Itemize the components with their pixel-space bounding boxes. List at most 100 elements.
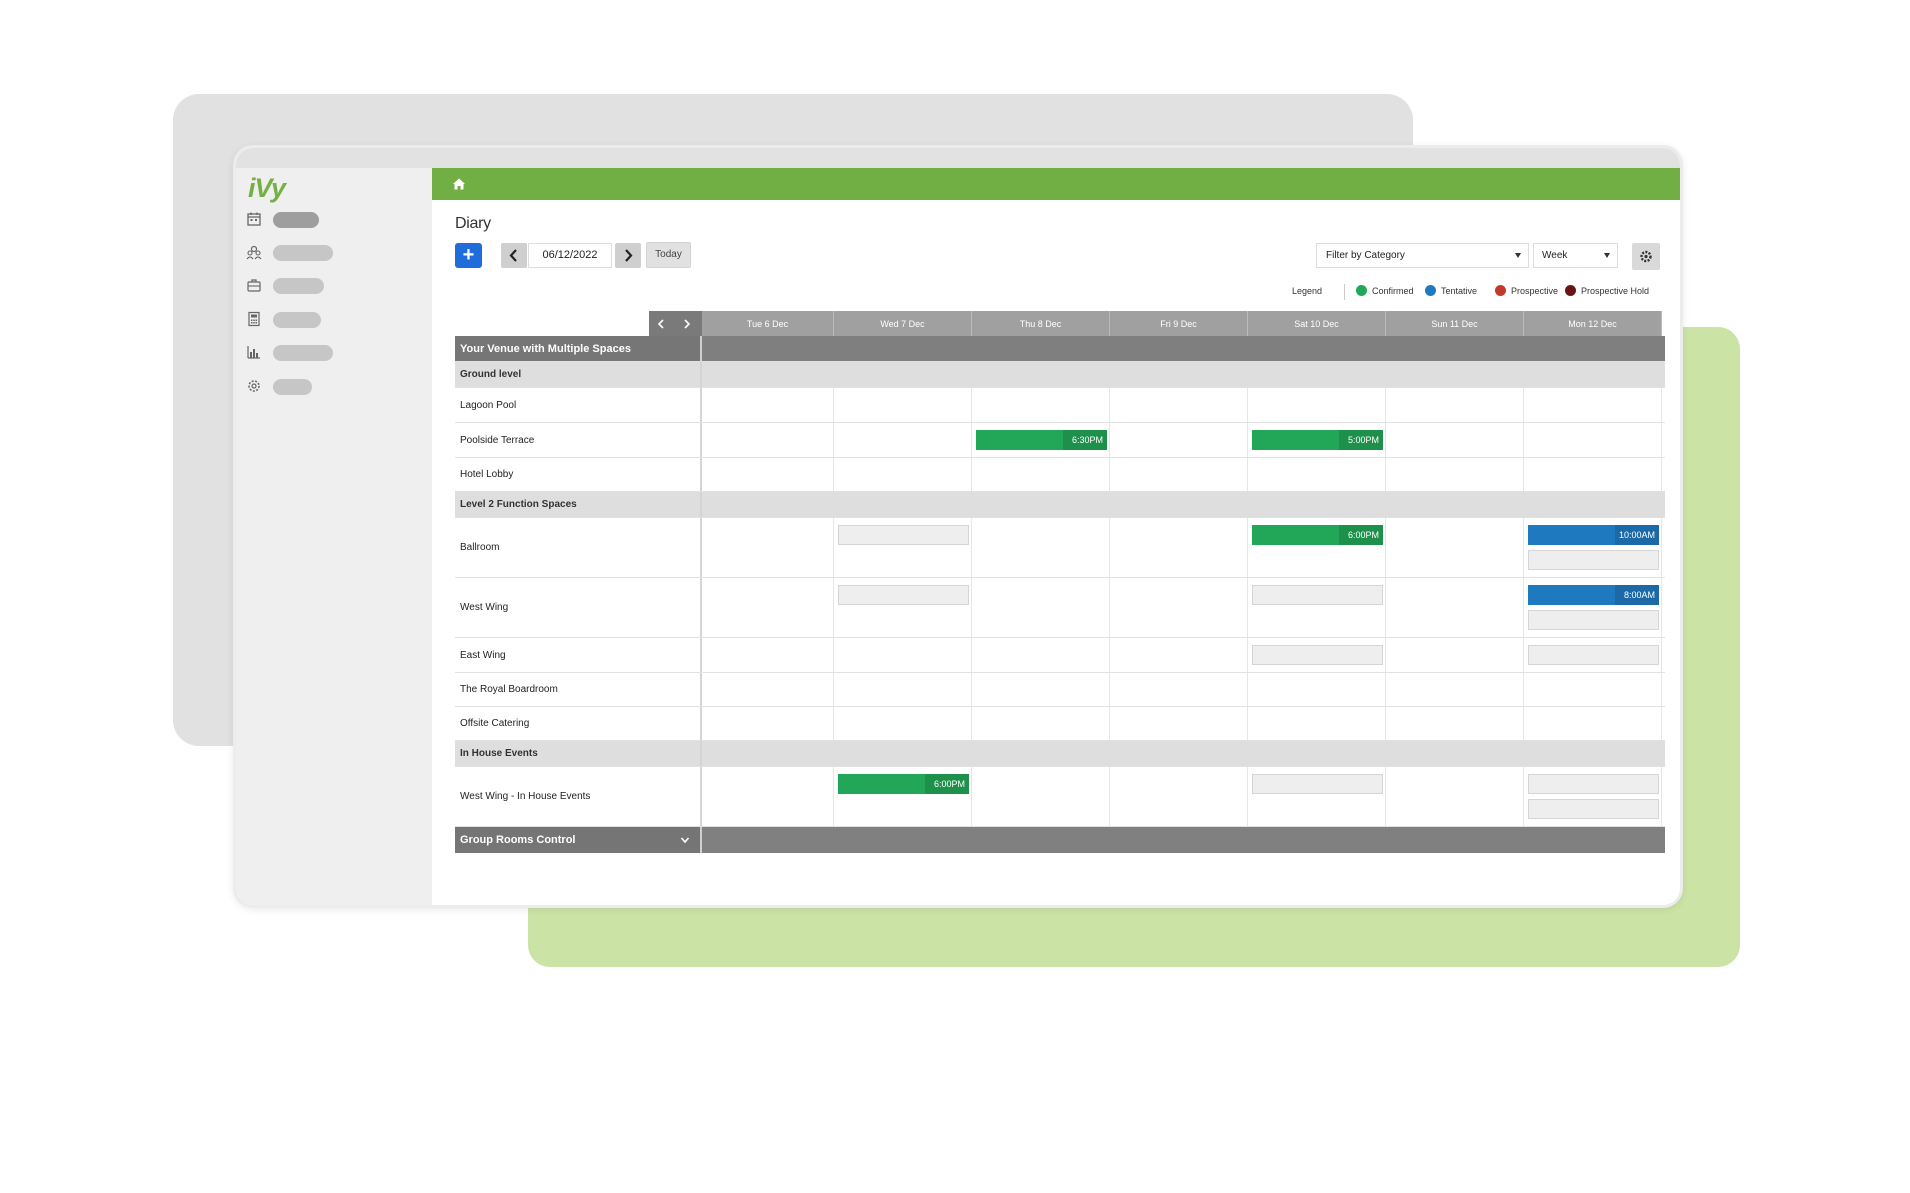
day-cell[interactable] [834,673,972,706]
day-cells[interactable] [702,673,1665,706]
day-cell[interactable] [1248,388,1386,422]
day-cells[interactable] [702,638,1665,672]
day-cells[interactable]: 6:00PM 10:00AM [702,518,1665,577]
day-cell[interactable] [972,458,1110,491]
day-cell[interactable] [1386,673,1524,706]
sidebar-item-calendar[interactable] [246,210,319,228]
day-cells[interactable] [702,388,1665,422]
booking-placeholder[interactable] [1528,550,1659,570]
day-cell[interactable] [972,673,1110,706]
day-cell[interactable] [834,458,972,491]
day-cell[interactable] [1524,673,1662,706]
day-cell[interactable] [1248,673,1386,706]
day-cell[interactable] [1110,388,1248,422]
day-cell[interactable] [702,458,834,491]
sidebar-item-contacts[interactable] [246,243,333,261]
day-cell[interactable] [1386,458,1524,491]
day-cell[interactable] [702,673,834,706]
next-date-button[interactable] [615,243,641,268]
day-cell[interactable] [972,707,1110,740]
day-cells[interactable]: 6:30PM 5:00PM [702,423,1665,457]
chevron-left-icon[interactable] [655,318,667,330]
day-cell[interactable] [702,388,834,422]
day-cell[interactable] [834,423,972,457]
day-cell[interactable] [1524,707,1662,740]
category-filter-value: Filter by Category [1326,250,1405,261]
booking-placeholder[interactable] [1252,585,1383,605]
booking-tentative[interactable]: 8:00AM [1528,585,1659,605]
group-row-ground-level: Ground level [455,362,1665,388]
day-cells[interactable]: 8:00AM [702,578,1665,637]
day-cell[interactable] [972,388,1110,422]
day-cell[interactable] [702,518,834,577]
day-cell[interactable] [1110,578,1248,637]
booking-placeholder[interactable] [1528,774,1659,794]
day-cell[interactable] [1524,423,1662,457]
day-cell[interactable] [1110,423,1248,457]
day-cell[interactable] [702,707,834,740]
booking-placeholder[interactable] [1252,645,1383,665]
day-cell[interactable] [1110,518,1248,577]
day-cell[interactable] [1110,638,1248,672]
booking-confirmed[interactable]: 6:00PM [1252,525,1383,545]
add-booking-button[interactable]: + [455,243,482,268]
booking-placeholder[interactable] [1528,799,1659,819]
sidebar-item-events[interactable] [246,276,324,294]
day-cell[interactable] [702,578,834,637]
day-cell[interactable] [834,388,972,422]
day-cell[interactable] [1386,388,1524,422]
chevron-right-icon[interactable] [681,318,693,330]
day-cell[interactable] [834,638,972,672]
previous-date-button[interactable] [501,243,527,268]
day-cell[interactable] [1110,707,1248,740]
day-cell[interactable] [1386,423,1524,457]
booking-confirmed[interactable]: 6:00PM [838,774,969,794]
day-cell[interactable] [702,423,834,457]
sidebar-item-settings[interactable] [246,377,312,395]
ivvy-logo[interactable]: iVy [248,173,286,204]
home-icon[interactable] [452,177,466,191]
group-label: Ground level [455,362,702,387]
booking-placeholder[interactable] [838,585,969,605]
day-cell[interactable] [1524,458,1662,491]
day-cell[interactable] [702,638,834,672]
day-cell[interactable] [1524,388,1662,422]
day-cell[interactable] [972,518,1110,577]
day-cells[interactable]: 6:00PM [702,767,1665,826]
day-cell[interactable] [1248,707,1386,740]
day-cell[interactable] [1110,673,1248,706]
booking-placeholder[interactable] [838,525,969,545]
today-button[interactable]: Today [646,242,691,268]
booking-placeholder[interactable] [1528,610,1659,630]
group-rooms-control-label[interactable]: Group Rooms Control [455,827,702,853]
day-cell[interactable] [972,638,1110,672]
sidebar-item-finance[interactable] [246,310,321,328]
chevron-down-icon[interactable] [680,835,690,845]
date-input[interactable]: 06/12/2022 [528,243,612,268]
booking-confirmed[interactable]: 5:00PM [1252,430,1383,450]
day-cell[interactable] [1386,767,1524,826]
day-cell[interactable] [1386,518,1524,577]
booking-placeholder[interactable] [1252,774,1383,794]
diary-settings-button[interactable] [1632,243,1660,270]
category-filter-select[interactable]: Filter by Category [1316,243,1529,268]
booking-tentative[interactable]: 10:00AM [1528,525,1659,545]
day-cell[interactable] [1110,458,1248,491]
day-cell[interactable] [1386,707,1524,740]
day-cell[interactable] [702,767,834,826]
sidebar-item-reports[interactable] [246,343,333,361]
booking-confirmed[interactable]: 6:30PM [976,430,1107,450]
day-cell[interactable] [1386,578,1524,637]
day-cell[interactable] [972,578,1110,637]
day-cell[interactable] [1110,767,1248,826]
group-rooms-control-row[interactable]: Group Rooms Control [455,827,1665,853]
view-select[interactable]: Week [1533,243,1618,268]
day-cells[interactable] [702,707,1665,740]
booking-placeholder[interactable] [1528,645,1659,665]
day-cells[interactable] [702,458,1665,491]
day-cell[interactable] [1248,458,1386,491]
day-cell[interactable] [972,767,1110,826]
day-cell[interactable] [834,707,972,740]
space-row-east-wing: East Wing [455,638,1665,673]
day-cell[interactable] [1386,638,1524,672]
